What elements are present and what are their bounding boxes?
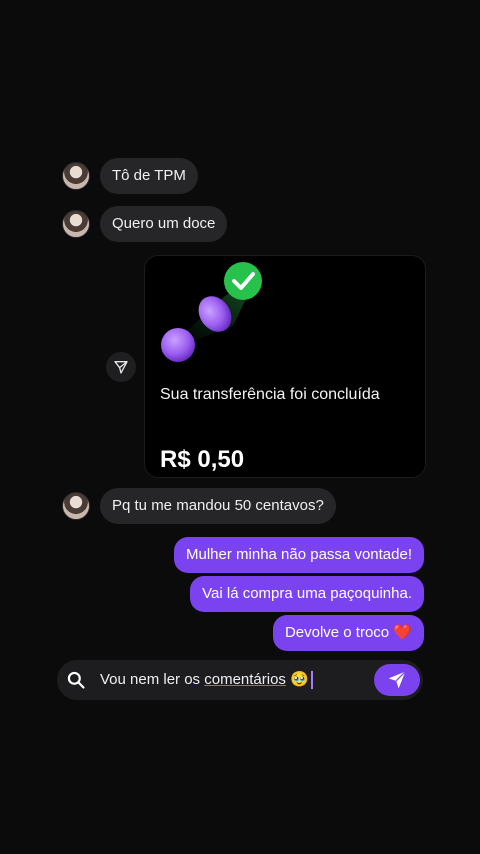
message-bubble-incoming[interactable]: Pq tu me mandou 50 centavos? <box>100 488 336 524</box>
message-bubble-outgoing[interactable]: Mulher minha não passa vontade! <box>174 537 424 573</box>
message-bubble-outgoing[interactable]: Devolve o troco ❤️ <box>272 615 424 651</box>
transfer-card[interactable]: Sua transferência foi concluída R$ 0,50 <box>144 255 426 478</box>
input-text: Vou nem ler os <box>100 671 205 688</box>
message-row-incoming: Tô de TPM <box>62 158 198 194</box>
send-outline-icon <box>114 361 128 374</box>
transfer-title: Sua transferência foi concluída <box>160 386 380 403</box>
message-composer[interactable]: Vou nem ler os comentários 🥹 <box>57 660 423 700</box>
message-bubble-outgoing[interactable]: Vai lá compra uma paçoquinha. <box>190 576 424 612</box>
input-emoji: 🥹 <box>290 671 309 688</box>
message-row-incoming: Quero um doce <box>62 206 228 242</box>
send-button[interactable] <box>374 664 420 696</box>
input-text-underlined: comentários <box>204 671 286 688</box>
avatar[interactable] <box>62 162 90 190</box>
message-bubble-incoming[interactable]: Tô de TPM <box>100 158 198 194</box>
message-row-incoming: Pq tu me mandou 50 centavos? <box>62 488 336 524</box>
transfer-amount: R$ 0,50 <box>160 446 245 473</box>
send-icon <box>388 671 406 689</box>
share-button[interactable] <box>106 352 136 382</box>
avatar[interactable] <box>62 492 90 520</box>
avatar[interactable] <box>62 210 90 238</box>
coins-illustration <box>161 262 262 362</box>
search-icon[interactable] <box>66 670 86 690</box>
text-caret <box>310 671 313 690</box>
message-bubble-incoming[interactable]: Quero um doce <box>100 206 228 242</box>
message-input[interactable]: Vou nem ler os comentários 🥹 <box>100 670 313 690</box>
